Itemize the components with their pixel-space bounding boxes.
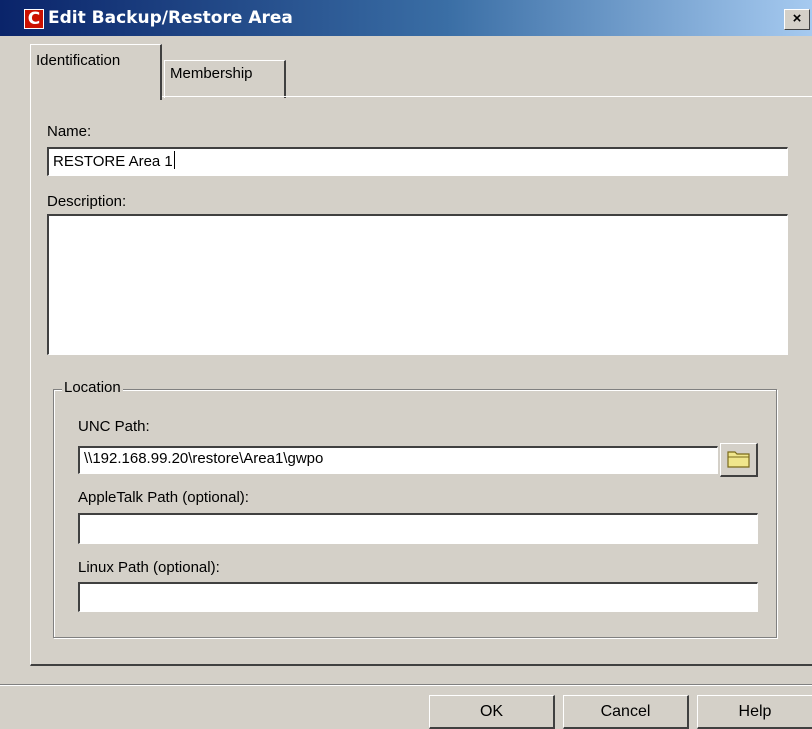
close-icon: × — [792, 10, 802, 27]
ok-button[interactable]: OK — [429, 695, 555, 729]
tab-identification[interactable]: Identification — [30, 44, 162, 100]
tab-membership-label: Membership — [170, 65, 253, 82]
tab-membership[interactable]: Membership — [164, 60, 286, 98]
app-icon[interactable]: C — [24, 9, 44, 29]
close-button[interactable]: × — [784, 9, 810, 30]
window-title: Edit Backup/Restore Area — [48, 8, 293, 28]
tab-panel — [30, 96, 812, 666]
tab-identification-label: Identification — [36, 52, 121, 69]
help-button[interactable]: Help — [697, 695, 812, 729]
button-separator — [0, 684, 812, 686]
cancel-button[interactable]: Cancel — [563, 695, 689, 729]
